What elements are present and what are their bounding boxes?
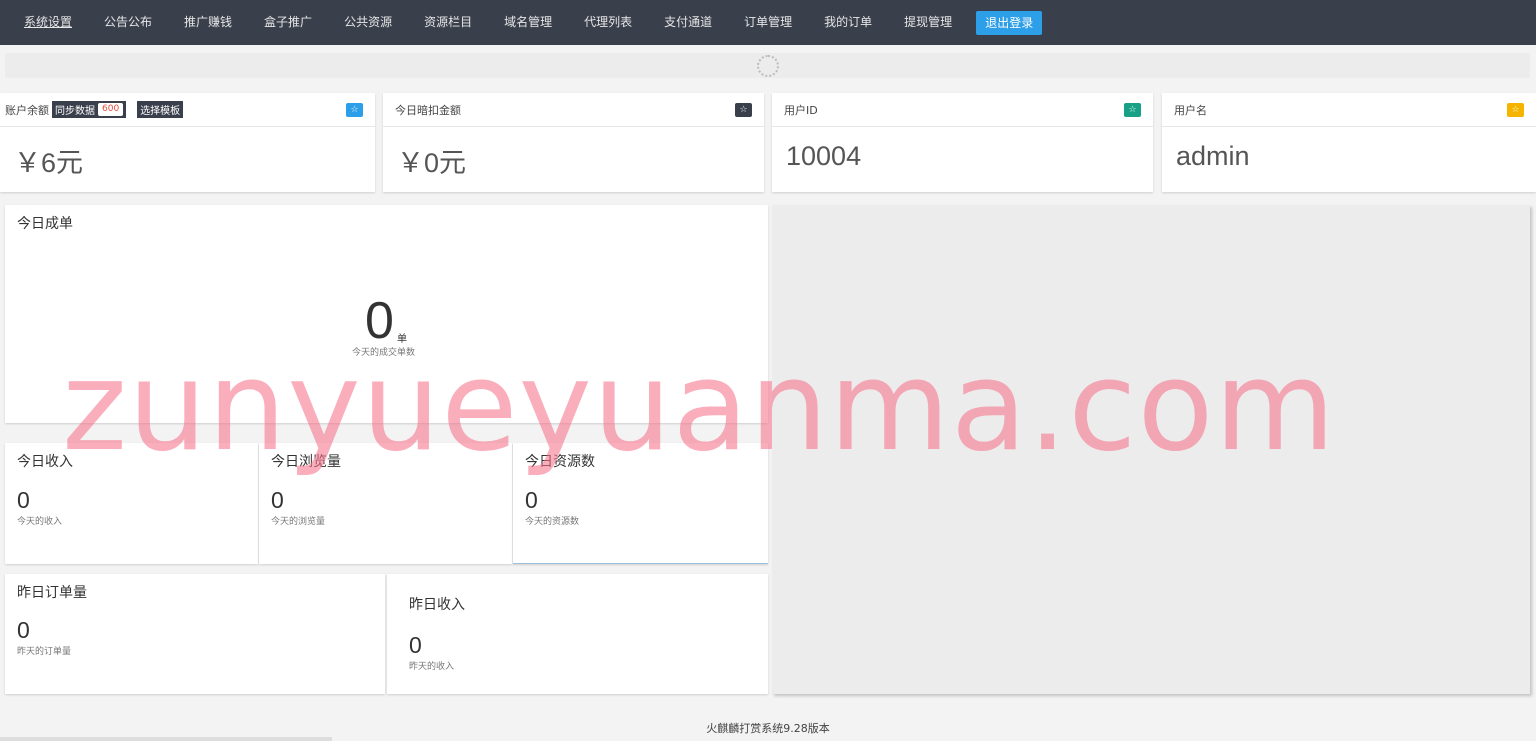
- logout-button[interactable]: 退出登录: [976, 10, 1043, 35]
- today-income-title: 今日收入: [17, 454, 73, 470]
- nav-item-payment-channels[interactable]: 支付通道: [648, 0, 728, 45]
- star-icon: ☆: [735, 103, 752, 117]
- today-views-desc: 今天的浏览量: [271, 517, 326, 527]
- today-resources-value: 0: [525, 487, 538, 513]
- nav-item-domain-management[interactable]: 域名管理: [488, 0, 568, 45]
- top-nav: 系统设置 公告公布 推广赚钱 盒子推广 公共资源 资源栏目 域名管理 代理列表 …: [0, 0, 1536, 45]
- nav-item-resource-columns[interactable]: 资源栏目: [408, 0, 488, 45]
- today-orders-unit: 单: [397, 334, 407, 345]
- today-orders-value: 0: [365, 292, 394, 350]
- bottom-scrollbar[interactable]: [0, 737, 332, 741]
- today-orders-desc: 今天的成交单数: [352, 348, 416, 358]
- userid-card-header: 用户ID ☆: [772, 93, 1153, 127]
- sync-count-badge: 600: [98, 103, 124, 116]
- yesterday-income-title: 昨日收入: [409, 597, 465, 613]
- yesterday-orders-value: 0: [17, 617, 30, 643]
- star-icon: ☆: [1507, 103, 1524, 117]
- yesterday-orders-desc: 昨天的订单量: [17, 647, 72, 657]
- nav-item-box-promote[interactable]: 盒子推广: [248, 0, 328, 45]
- nav-item-promote-earn[interactable]: 推广赚钱: [168, 0, 248, 45]
- today-income-desc: 今天的收入: [17, 517, 63, 527]
- select-template-button[interactable]: 选择模板: [137, 101, 184, 118]
- today-orders-panel: 今日成单 0 单 今天的成交单数: [5, 205, 768, 423]
- nav-item-withdraw-management[interactable]: 提现管理: [888, 0, 968, 45]
- balance-label: 账户余额: [5, 103, 49, 117]
- nav-item-agent-list[interactable]: 代理列表: [568, 0, 648, 45]
- today-views-panel: 今日浏览量 0 今天的浏览量: [259, 443, 512, 564]
- nav-item-system-settings[interactable]: 系统设置: [8, 0, 88, 45]
- today-resources-panel: 今日资源数 0 今天的资源数: [513, 443, 768, 564]
- footer-version: 火麒麟打赏系统9.28版本: [706, 722, 830, 735]
- nav-item-my-orders[interactable]: 我的订单: [808, 0, 888, 45]
- star-icon: ☆: [1124, 103, 1141, 117]
- username-value: admin: [1176, 141, 1250, 171]
- yesterday-income-panel: 昨日收入 0 昨天的收入: [387, 574, 768, 694]
- balance-card-header: 账户余额 同步数据 600 选择模板 ☆: [0, 93, 375, 127]
- today-income-panel: 今日收入 0 今天的收入: [5, 443, 258, 564]
- userid-label: 用户ID: [784, 103, 818, 117]
- deduct-label: 今日暗扣金额: [395, 103, 461, 117]
- username-card: 用户名 ☆ admin: [1162, 93, 1536, 192]
- nav-item-public-resources[interactable]: 公共资源: [328, 0, 408, 45]
- yesterday-income-desc: 昨天的收入: [409, 662, 455, 672]
- star-icon: ☆: [346, 103, 363, 117]
- today-income-value: 0: [17, 487, 30, 513]
- loading-spinner-icon: [757, 55, 779, 77]
- username-label: 用户名: [1174, 103, 1207, 117]
- userid-value: 10004: [786, 141, 862, 171]
- yesterday-income-value: 0: [409, 632, 422, 658]
- nav-item-order-management[interactable]: 订单管理: [728, 0, 808, 45]
- yesterday-orders-title: 昨日订单量: [17, 585, 87, 601]
- deduct-card-header: 今日暗扣金额 ☆: [383, 93, 764, 127]
- sync-data-button[interactable]: 同步数据 600: [52, 101, 127, 118]
- today-views-title: 今日浏览量: [271, 454, 341, 470]
- balance-card: 账户余额 同步数据 600 选择模板 ☆ ￥6元: [0, 93, 375, 192]
- username-card-header: 用户名 ☆: [1162, 93, 1536, 127]
- balance-value: ￥6元: [14, 148, 84, 178]
- sync-data-label: 同步数据: [55, 106, 95, 117]
- chart-placeholder-area: [772, 205, 1530, 694]
- today-views-value: 0: [271, 487, 284, 513]
- nav-item-announcements[interactable]: 公告公布: [88, 0, 168, 45]
- userid-card: 用户ID ☆ 10004: [772, 93, 1153, 192]
- deduct-value: ￥0元: [397, 148, 467, 178]
- today-orders-title: 今日成单: [17, 216, 73, 232]
- today-resources-desc: 今天的资源数: [525, 517, 580, 527]
- yesterday-orders-panel: 昨日订单量 0 昨天的订单量: [5, 574, 385, 694]
- deduct-card: 今日暗扣金额 ☆ ￥0元: [383, 93, 764, 192]
- today-resources-title: 今日资源数: [525, 454, 595, 470]
